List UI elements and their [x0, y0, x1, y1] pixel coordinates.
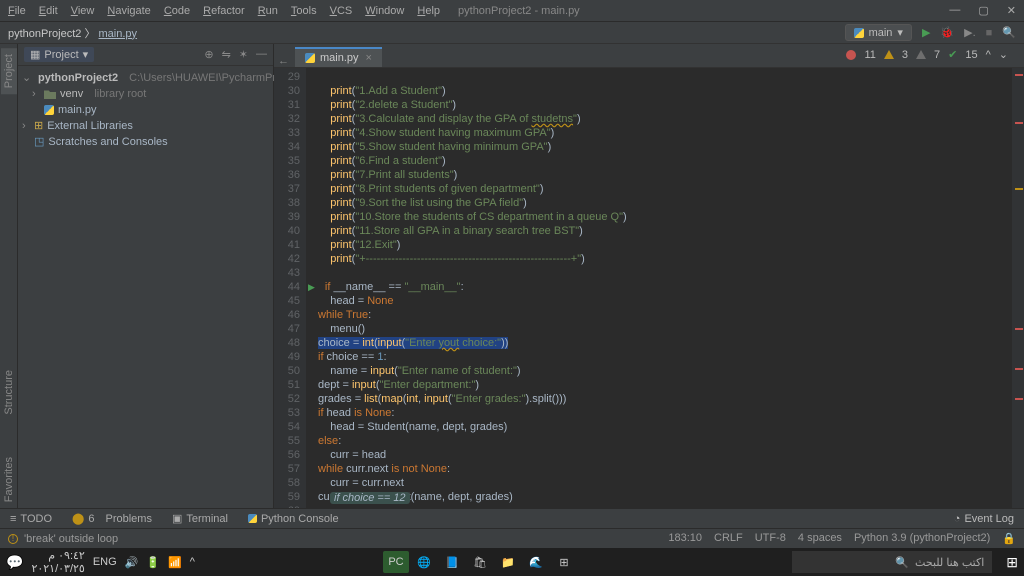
chevron-down-icon: ▾	[897, 26, 903, 39]
bottom-toolbar[interactable]: ≡TODO ⬤6 Problems ▣Terminal Python Conso…	[0, 508, 1024, 528]
run-icon[interactable]: ▶	[922, 26, 930, 39]
app-store: 🛍	[467, 551, 493, 573]
menu-run[interactable]: Run	[258, 5, 278, 17]
battery-icon[interactable]: 🔋	[146, 556, 160, 569]
rail-favorites[interactable]: Favorites	[1, 451, 17, 508]
event-log[interactable]: ◔Event Log	[944, 513, 1024, 525]
lock-icon[interactable]: 🔒	[1002, 532, 1016, 545]
editor: ← main.py × 11 3 7 ✔15 ^⌄ 29303132333435…	[274, 44, 1024, 508]
menu-navigate[interactable]: Navigate	[107, 5, 150, 17]
folder-icon	[44, 89, 56, 99]
line-sep[interactable]: CRLF	[714, 532, 743, 545]
app-taskview: ⊞	[551, 551, 577, 573]
indent[interactable]: 4 spaces	[798, 532, 842, 545]
search-icon: 🔍	[895, 556, 909, 569]
editor-tab-main[interactable]: main.py ×	[295, 47, 382, 67]
app-edge: 🌊	[523, 551, 549, 573]
project-panel: ▦ Project ▾ ⊕ ⇋ ✶ — ⌄pythonProject2 C:\U…	[18, 44, 274, 508]
libs-icon: ⊞	[34, 118, 43, 134]
tab-prev-icon[interactable]: ←	[278, 55, 289, 67]
breadcrumb[interactable]: pythonProject2 〉 main.py	[8, 25, 137, 41]
encoding[interactable]: UTF-8	[755, 532, 786, 545]
app-word: 📘	[439, 551, 465, 573]
rail-structure[interactable]: Structure	[1, 364, 17, 421]
python-icon	[854, 28, 864, 38]
menu-view[interactable]: View	[71, 5, 95, 17]
app-explorer: 📁	[495, 551, 521, 573]
inspection-summary[interactable]: 11 3 7 ✔15 ^⌄	[846, 48, 1008, 61]
close-icon[interactable]: ✕	[1007, 4, 1016, 17]
menu-code[interactable]: Code	[164, 5, 190, 17]
app-pycharm: PC	[383, 551, 409, 573]
error-stripe[interactable]	[1012, 68, 1024, 508]
main-menu[interactable]: File Edit View Navigate Code Refactor Run Tools…	[8, 5, 440, 17]
scratches-icon: ◳	[34, 134, 44, 150]
menu-help[interactable]: Help	[417, 5, 440, 17]
menu-vcs[interactable]: VCS	[330, 5, 353, 17]
run-context-icon[interactable]: ▶.	[964, 26, 976, 39]
taskbar-search[interactable]: اكتب هنا للبحث🔍	[792, 551, 992, 573]
tab-terminal: ▣Terminal	[162, 512, 238, 525]
close-tab-icon[interactable]: ×	[366, 52, 372, 64]
tab-todo: ≡TODO	[0, 513, 62, 525]
app-chrome: 🌐	[411, 551, 437, 573]
run-config-selector[interactable]: main ▾	[845, 24, 912, 41]
menu-tools[interactable]: Tools	[291, 5, 317, 17]
python-file-icon	[44, 105, 54, 115]
statusbar: !'break' outside loop 183:10 CRLF UTF-8 …	[0, 528, 1024, 548]
minimize-icon[interactable]: —	[949, 4, 960, 17]
chevron-up-icon[interactable]: ^	[986, 49, 991, 61]
project-tree[interactable]: ⌄pythonProject2 C:\Users\HUAWEI\PycharmP…	[18, 66, 273, 154]
error-icon	[846, 50, 856, 60]
tab-python-console: Python Console	[238, 513, 349, 525]
tab-problems: ⬤6 Problems	[62, 512, 162, 525]
wifi-icon[interactable]: 📶	[168, 556, 182, 569]
navbar: pythonProject2 〉 main.py main ▾ ▶ 🐞 ▶. ■…	[0, 22, 1024, 44]
start-icon[interactable]: ⊞	[1006, 554, 1018, 571]
source[interactable]: print("1.Add a Student") print("2.delete…	[306, 68, 1012, 508]
typo-icon: ✔	[948, 48, 957, 61]
interpreter[interactable]: Python 3.9 (pythonProject2)	[854, 532, 990, 545]
project-view-selector[interactable]: ▦ Project ▾	[24, 47, 94, 62]
menu-refactor[interactable]: Refactor	[203, 5, 245, 17]
weak-warning-icon	[916, 50, 926, 59]
code-area[interactable]: 2930313233343536373839404142434445464748…	[274, 68, 1024, 508]
chevron-up-icon[interactable]: ^	[190, 556, 195, 568]
chevron-down-icon: ▾	[83, 48, 89, 61]
chevron-down-icon[interactable]: ⌄	[999, 48, 1008, 61]
window-title: pythonProject2 - main.py	[458, 5, 580, 17]
gutter[interactable]: 2930313233343536373839404142434445464748…	[274, 68, 306, 508]
menu-edit[interactable]: Edit	[39, 5, 58, 17]
rail-project[interactable]: Project	[1, 48, 17, 94]
search-icon[interactable]: 🔍	[1002, 26, 1016, 39]
menu-file[interactable]: File	[8, 5, 26, 17]
debug-icon[interactable]: 🐞	[940, 26, 954, 39]
stop-icon[interactable]: ■	[986, 27, 993, 39]
titlebar: File Edit View Navigate Code Refactor Run Tools…	[0, 0, 1024, 22]
locate-icon[interactable]: ⊕	[204, 48, 213, 61]
warning-icon	[884, 50, 894, 59]
status-message[interactable]: !'break' outside loop	[8, 533, 118, 545]
gear-icon[interactable]: ✶	[239, 48, 248, 61]
volume-icon[interactable]: 🔊	[125, 556, 139, 569]
maximize-icon[interactable]: ▢	[978, 4, 988, 17]
window-controls[interactable]: — ▢ ✕	[949, 4, 1016, 17]
menu-window[interactable]: Window	[365, 5, 404, 17]
hide-icon[interactable]: —	[256, 48, 267, 61]
python-icon	[305, 53, 315, 63]
lang-indicator[interactable]: ENG	[93, 556, 117, 568]
folded-region[interactable]: if choice == 12	[330, 492, 410, 504]
project-icon: ▦	[30, 48, 40, 61]
windows-taskbar[interactable]: 💬 ٠٩:٤٢ م٢٠٢١/٠٣/٢٥ ENG 🔊 🔋 📶 ^ PC 🌐 📘 🛍…	[0, 548, 1024, 576]
notifications-icon[interactable]: 💬	[6, 554, 23, 571]
left-tool-rail[interactable]: Project Structure Favorites	[0, 44, 18, 508]
taskbar-apps[interactable]: PC 🌐 📘 🛍 📁 🌊 ⊞	[383, 551, 577, 573]
clock[interactable]: ٠٩:٤٢ م٢٠٢١/٠٣/٢٥	[31, 549, 84, 575]
collapse-icon[interactable]: ⇋	[222, 48, 231, 61]
caret-position[interactable]: 183:10	[668, 532, 702, 545]
